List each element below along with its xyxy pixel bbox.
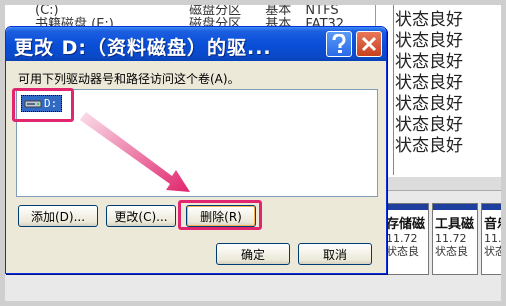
highlight-drive-item <box>12 88 74 122</box>
partition-status: 状态良 <box>386 245 419 258</box>
dialog-title: 更改 D:（资料磁盘）的驱... <box>14 37 272 59</box>
change-drive-letter-dialog: 更改 D:（资料磁盘）的驱... 可用下列驱动器号和路径访问这个卷(A)。 D:… <box>5 26 387 274</box>
partition-block[interactable]: 音乐 11.7 状态 <box>481 203 501 275</box>
close-button[interactable] <box>356 31 382 57</box>
partition-size: 11.7 <box>484 232 501 245</box>
partition-name: 工具磁 <box>435 217 475 232</box>
partition-block[interactable]: 工具磁 11.72 状态良 <box>432 203 478 275</box>
partition-status: 状态良 <box>435 245 468 258</box>
partition-name: 存储磁 <box>386 217 426 232</box>
add-button[interactable]: 添加(D)... <box>18 205 98 227</box>
status-text: 状态良好 <box>395 136 463 156</box>
change-button[interactable]: 更改(C)... <box>106 205 176 227</box>
highlight-delete-button <box>178 200 262 230</box>
column-divider <box>393 5 394 175</box>
instruction-label: 可用下列驱动器号和路径访问这个卷(A)。 <box>18 72 240 86</box>
partition-status: 状态 <box>484 245 501 258</box>
question-icon <box>332 34 346 53</box>
ok-button[interactable]: 确定 <box>216 243 290 265</box>
cancel-button[interactable]: 取消 <box>298 243 372 265</box>
partition-size: 11.72 <box>435 232 467 245</box>
volume-row-c[interactable]: (C:) 磁盘分区 基本 NTFS <box>35 5 339 18</box>
help-button[interactable] <box>326 31 352 57</box>
close-icon <box>361 36 377 52</box>
dialog-titlebar[interactable]: 更改 D:（资料磁盘）的驱... <box>6 27 386 61</box>
partition-block[interactable]: 存储磁 11.72 状态良 <box>383 203 429 275</box>
partition-name: 音乐 <box>484 217 501 232</box>
partition-size: 11.72 <box>386 232 418 245</box>
